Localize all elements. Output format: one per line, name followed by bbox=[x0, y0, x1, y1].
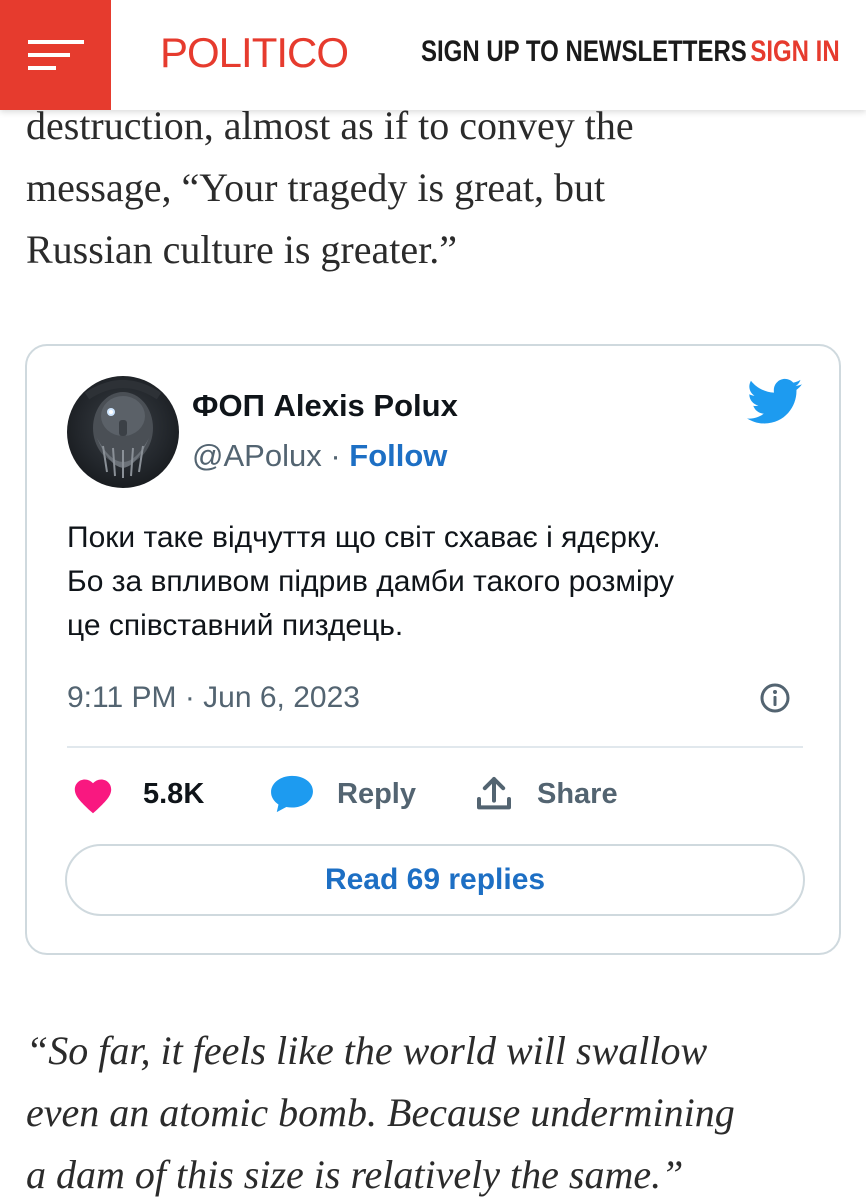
embedded-tweet: ФОП Alexis Polux @APolux · Follow Поки т… bbox=[25, 344, 841, 955]
share-button[interactable]: Share bbox=[473, 774, 618, 814]
quote-line: a dam of this size is relatively the sam… bbox=[26, 1152, 684, 1197]
reply-button[interactable]: Reply bbox=[269, 774, 416, 814]
reply-label: Reply bbox=[337, 778, 416, 810]
like-button[interactable]: 5.8K bbox=[71, 774, 204, 814]
article-line: message, “Your tragedy is great, but bbox=[26, 165, 606, 210]
site-header: POLITICO SIGN UP TO NEWSLETTERS SIGN IN bbox=[0, 0, 866, 110]
tweet-timestamp[interactable]: 9:11 PM · Jun 6, 2023 bbox=[67, 680, 360, 716]
read-replies-button[interactable]: Read 69 replies bbox=[65, 844, 805, 916]
newsletters-link[interactable]: SIGN UP TO NEWSLETTERS bbox=[421, 34, 747, 70]
tweet-divider bbox=[67, 746, 803, 748]
quote-line: “So far, it feels like the world will sw… bbox=[26, 1028, 708, 1073]
hamburger-menu-icon bbox=[27, 40, 84, 70]
politico-logo[interactable]: POLITICO bbox=[160, 28, 349, 78]
share-label: Share bbox=[537, 778, 618, 810]
heart-icon bbox=[74, 779, 112, 814]
handle-separator: · bbox=[321, 438, 350, 473]
sign-in-link[interactable]: SIGN IN bbox=[751, 34, 840, 70]
quote-line: even an atomic bomb. Because undermining bbox=[26, 1090, 735, 1135]
likes-count: 5.8K bbox=[143, 778, 205, 810]
share-upload-icon bbox=[477, 777, 511, 810]
speech-bubble-icon bbox=[271, 775, 313, 813]
tweet-text: Поки таке відчуття що світ схаває і ядєр… bbox=[67, 521, 675, 642]
tweet-author-handle[interactable]: @APolux bbox=[192, 438, 322, 473]
article-line: Russian culture is greater.” bbox=[26, 227, 457, 272]
avatar[interactable] bbox=[67, 376, 179, 488]
tweet-handle-line: @APolux · Follow bbox=[192, 438, 447, 474]
translated-quote: “So far, it feels like the world will sw… bbox=[26, 1020, 846, 1200]
tweet-author-name[interactable]: ФОП Alexis Polux bbox=[192, 388, 458, 424]
follow-button[interactable]: Follow bbox=[349, 438, 447, 473]
twitter-bird-icon[interactable] bbox=[747, 378, 803, 426]
menu-button[interactable] bbox=[0, 0, 111, 110]
info-icon[interactable] bbox=[759, 682, 791, 714]
article-paragraph: destruction, almost as if to convey the … bbox=[26, 95, 846, 281]
